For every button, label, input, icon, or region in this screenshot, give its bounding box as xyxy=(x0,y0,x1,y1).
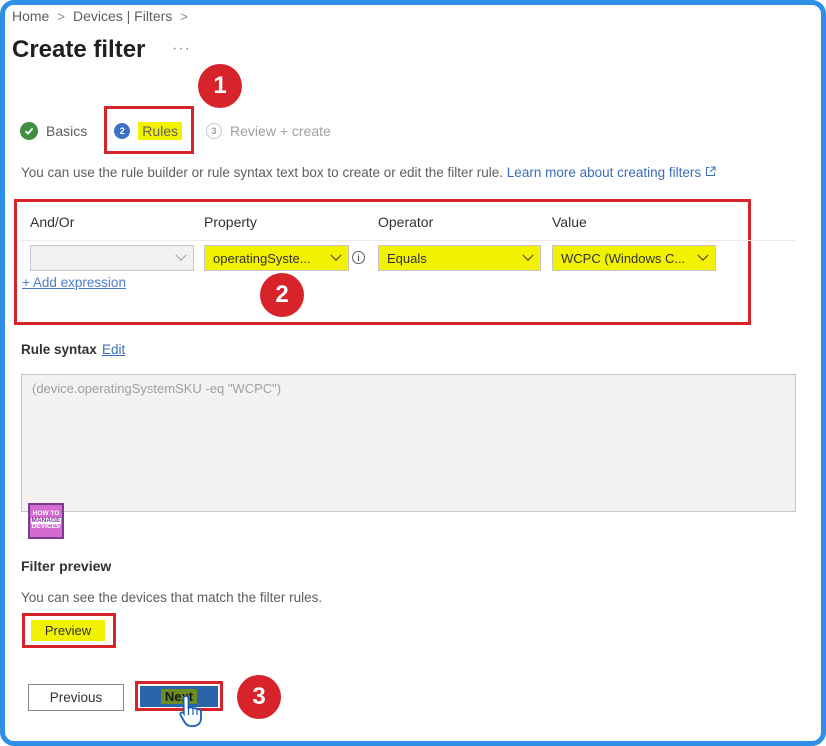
description-text: You can use the rule builder or rule syn… xyxy=(21,165,504,180)
hand-cursor-icon xyxy=(178,694,204,733)
rule-syntax-textbox[interactable]: (device.operatingSystemSKU -eq "WCPC") xyxy=(21,374,796,512)
add-expression-link[interactable]: + Add expression xyxy=(22,275,126,290)
rules-highlight-box xyxy=(104,106,194,154)
more-options-icon[interactable]: ··· xyxy=(172,40,191,58)
chevron-right-icon: > xyxy=(57,8,65,24)
divider xyxy=(20,240,796,241)
chevron-down-icon xyxy=(330,249,342,261)
header-operator: Operator xyxy=(378,214,434,230)
preview-button[interactable]: Preview xyxy=(31,620,105,641)
previous-button[interactable]: Previous xyxy=(28,684,124,711)
property-select[interactable]: operatingSyste... xyxy=(204,245,349,271)
header-and-or: And/Or xyxy=(30,214,75,230)
and-or-select[interactable] xyxy=(30,245,194,271)
breadcrumb-home[interactable]: Home xyxy=(12,8,49,24)
step-review-label: Review + create xyxy=(230,123,331,139)
how-to-manage-devices-logo: HOW TO MANAGE DEVICES xyxy=(28,503,64,539)
external-link-icon xyxy=(705,165,716,180)
step-number-icon: 3 xyxy=(206,123,223,139)
step-basics[interactable]: Basics xyxy=(20,122,87,140)
chevron-down-icon xyxy=(522,249,534,261)
value-select[interactable]: WCPC (Windows C... xyxy=(552,245,716,271)
callout-2: 2 xyxy=(260,273,304,317)
filter-preview-description: You can see the devices that match the f… xyxy=(21,590,323,605)
operator-select[interactable]: Equals xyxy=(378,245,541,271)
checkmark-icon xyxy=(20,122,38,140)
learn-more-link[interactable]: Learn more about creating filters xyxy=(507,165,701,180)
breadcrumb-devices-filters[interactable]: Devices | Filters xyxy=(73,8,172,24)
chevron-right-icon: > xyxy=(180,8,188,24)
step-basics-label: Basics xyxy=(46,123,88,139)
info-icon[interactable]: i xyxy=(352,251,365,264)
value-value: WCPC (Windows C... xyxy=(561,250,686,266)
chevron-down-icon xyxy=(175,249,187,261)
breadcrumb: Home > Devices | Filters > xyxy=(12,8,188,24)
property-value: operatingSyste... xyxy=(213,250,311,266)
page-title: Create filter xyxy=(12,36,146,63)
callout-1: 1 xyxy=(198,64,242,108)
rule-syntax-label: Rule syntax xyxy=(21,342,97,357)
header-value: Value xyxy=(552,214,587,230)
operator-value: Equals xyxy=(387,250,427,266)
rule-description: You can use the rule builder or rule syn… xyxy=(21,165,716,180)
rule-syntax-edit-link[interactable]: Edit xyxy=(102,342,125,357)
step-review-create[interactable]: 3 Review + create xyxy=(206,123,331,139)
header-property: Property xyxy=(204,214,257,230)
callout-3: 3 xyxy=(237,675,281,719)
chevron-down-icon xyxy=(697,249,709,261)
filter-preview-title: Filter preview xyxy=(21,558,112,574)
